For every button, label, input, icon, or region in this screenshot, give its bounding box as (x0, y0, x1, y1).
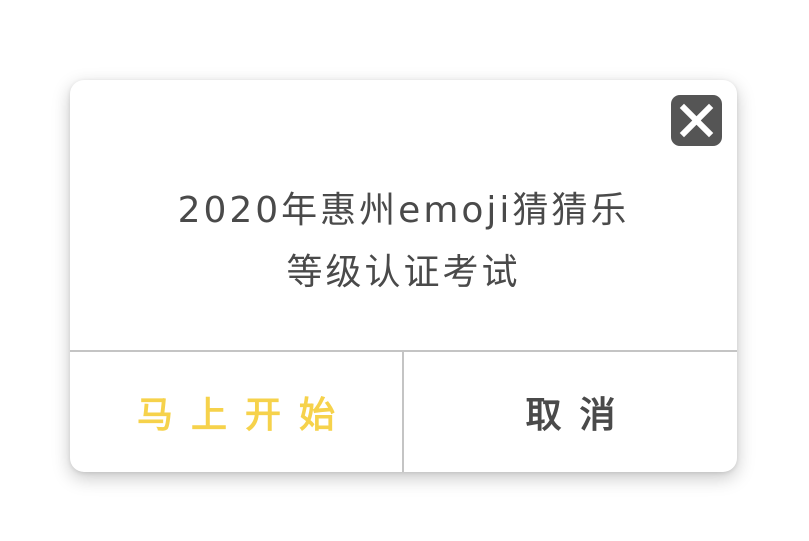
cancel-button[interactable]: 取消 (404, 352, 737, 472)
start-button[interactable]: 马上开始 (70, 352, 402, 472)
dialog-message: 2020年惠州emoji猜猜乐 等级认证考试 (70, 180, 737, 304)
message-title: 2020年惠州emoji猜猜乐 (177, 190, 630, 231)
message-subtitle: 等级认证考试 (286, 252, 521, 293)
start-button-label: 马上开始 (136, 395, 353, 436)
modal-dialog: 2020年惠州emoji猜猜乐 等级认证考试 马上开始 取消 (70, 80, 737, 472)
close-icon (679, 103, 714, 138)
close-button[interactable] (671, 95, 722, 146)
cancel-button-label: 取消 (525, 395, 634, 436)
